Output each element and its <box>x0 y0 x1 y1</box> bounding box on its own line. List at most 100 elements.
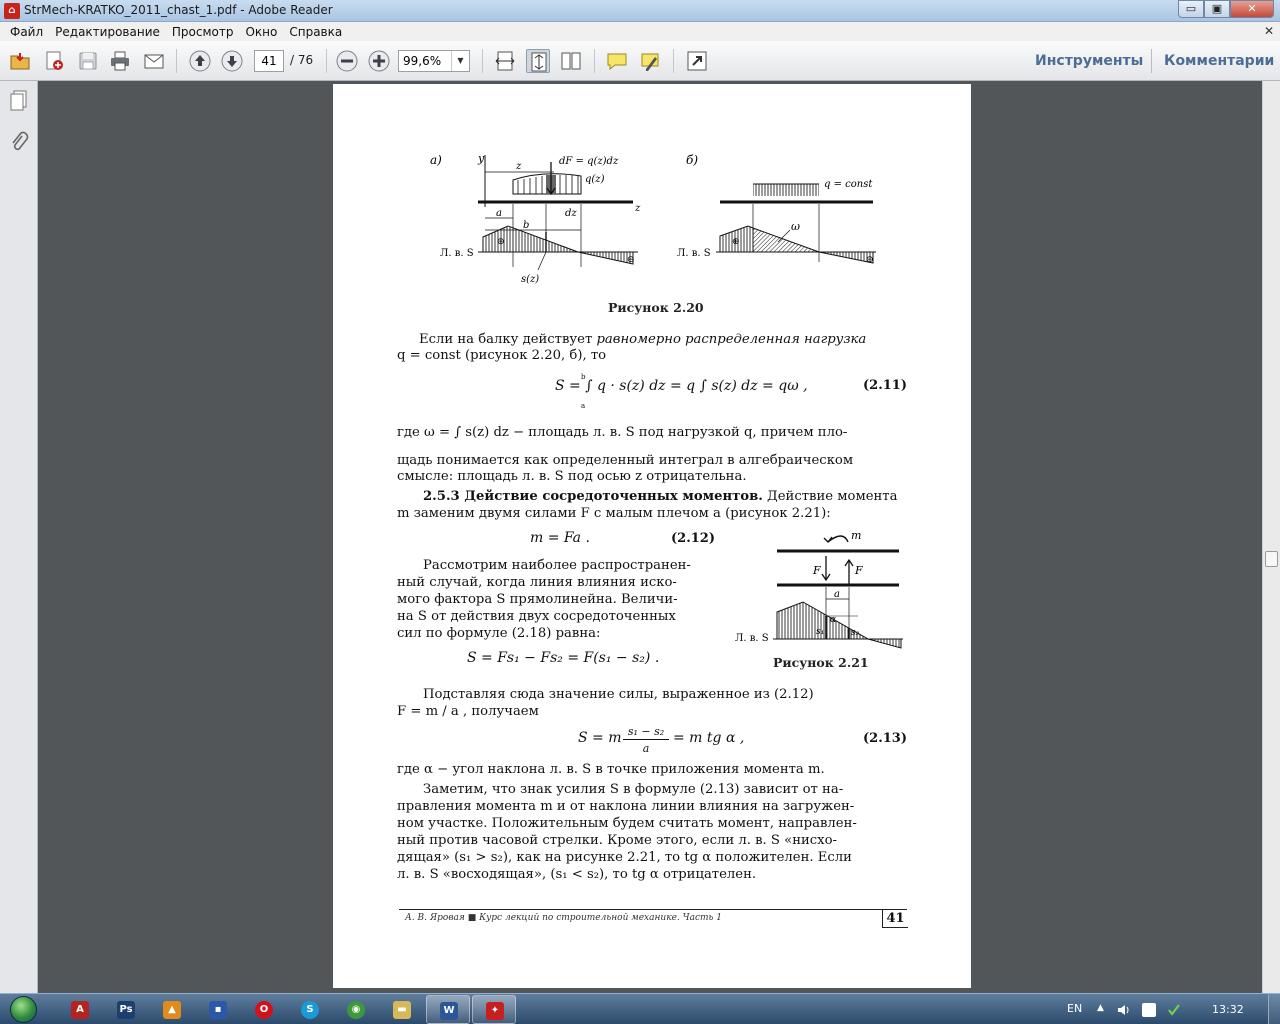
show-hidden-icons-icon[interactable]: ▲ <box>1097 1003 1111 1017</box>
comments-pane-link[interactable]: Комментарии <box>1164 53 1274 69</box>
zoom-select[interactable]: 99,6% ▼ <box>398 50 470 72</box>
tools-pane-link[interactable]: Инструменты <box>1035 53 1143 69</box>
menu-bar: Файл Редактирование Просмотр Окно Справк… <box>0 22 1280 41</box>
fit-page-icon[interactable] <box>526 49 550 73</box>
force-f-right-label: F <box>854 564 863 577</box>
taskbar-app-word[interactable]: W <box>426 995 470 1024</box>
taskbar-app-photoshop[interactable]: Ps <box>104 995 148 1024</box>
security-check-icon[interactable] <box>1167 1003 1181 1017</box>
integral-limit-bottom: a <box>581 402 586 410</box>
dim-b-label: b <box>523 220 529 231</box>
s1-label: s₁ <box>816 627 824 637</box>
toolbar-separator <box>482 49 483 73</box>
folder-icon: ▬ <box>393 1001 411 1019</box>
toolbar-separator <box>594 49 595 73</box>
pdf-page: а) y z dF = q(z)dz q(z) z a b dz ⊕ ⊖ Л. … <box>333 84 971 988</box>
fit-width-icon[interactable] <box>493 49 517 73</box>
adobe-reader-icon: ✦ <box>486 1002 504 1020</box>
paragraph-line: ный против часовой стрелки. Кроме этого,… <box>397 833 838 848</box>
taskbar-app-skype[interactable]: S <box>288 995 332 1024</box>
windows-logo-icon <box>10 996 37 1023</box>
menu-file[interactable]: Файл <box>4 25 49 39</box>
taskbar: A Ps ▲ ▪ O S ◉ ▬ W ✦ EN ▲ 13:32 <box>0 993 1280 1024</box>
lv-label-right: Л. в. S <box>677 248 711 259</box>
open-file-icon[interactable] <box>8 49 32 73</box>
taskbar-app-avast[interactable]: ▲ <box>150 995 194 1024</box>
highlight-icon[interactable] <box>638 49 662 73</box>
figure-2-20: а) y z dF = q(z)dz q(z) z a b dz ⊕ ⊖ Л. … <box>430 152 876 285</box>
create-pdf-icon[interactable] <box>42 49 66 73</box>
comment-icon[interactable] <box>605 49 629 73</box>
adobe-reader-icon: ⌂ <box>4 3 20 19</box>
fig-label-a: а) <box>430 153 442 167</box>
paragraph-line: q = const (рисунок 2.20, б), то <box>397 348 607 363</box>
taskbar-app-adobe-reader[interactable]: ✦ <box>472 995 516 1024</box>
language-indicator[interactable]: EN <box>1067 1002 1082 1015</box>
menu-help[interactable]: Справка <box>283 25 348 39</box>
force-f-left-label: F <box>812 564 821 577</box>
start-button[interactable] <box>4 994 44 1024</box>
zoom-out-icon[interactable] <box>335 49 359 73</box>
toolbar: 41 / 76 99,6% ▼ Инструменты Комментарии <box>0 41 1280 81</box>
menu-window[interactable]: Окно <box>239 25 283 39</box>
zoom-value: 99,6% <box>403 54 442 68</box>
paragraph-line: щадь понимается как определенный интегра… <box>397 453 854 468</box>
network-icon[interactable] <box>1142 1003 1156 1017</box>
taskbar-app-floppy[interactable]: ▪ <box>196 995 240 1024</box>
two-page-view-icon[interactable] <box>559 49 583 73</box>
close-button[interactable]: ✕ <box>1230 0 1274 18</box>
omega-label: ω <box>791 220 800 233</box>
taskbar-app-acrobat[interactable]: A <box>58 995 102 1024</box>
zoom-in-icon[interactable] <box>367 49 391 73</box>
equation-2-11: S = ∫ q · s(z) dz = q ∫ s(z) dz = qω , <box>555 378 808 394</box>
photoshop-icon: Ps <box>117 1001 135 1019</box>
previous-page-icon[interactable] <box>188 49 212 73</box>
scrollbar-thumb[interactable] <box>1265 551 1278 567</box>
word-icon: W <box>440 1002 458 1020</box>
toolbar-separator <box>1151 49 1152 73</box>
taskbar-app-opera[interactable]: O <box>242 995 286 1024</box>
equation-2-12: m = Fa . <box>530 530 590 546</box>
arm-a-label: a <box>834 589 840 600</box>
paragraph-omega: где ω = ∫ s(z) dz − площадь л. в. S под … <box>397 425 848 440</box>
expand-icon[interactable] <box>685 49 709 73</box>
emphasis-text: равномерно распределенная нагрузка <box>596 332 867 347</box>
menu-view[interactable]: Просмотр <box>166 25 240 39</box>
paragraph-line: сил по формуле (2.18) равна: <box>397 626 601 641</box>
equation-s: S = Fs₁ − Fs₂ = F(s₁ − s₂) . <box>467 650 660 666</box>
section-2-5-3-heading: 2.5.3 Действие сосредоточенных моментов.… <box>423 488 897 505</box>
dim-a-label: a <box>496 208 502 219</box>
attachments-icon[interactable] <box>9 131 29 155</box>
s2-label: s₂ <box>851 628 860 638</box>
lv-label-left: Л. в. S <box>440 248 474 259</box>
volume-icon[interactable] <box>1117 1003 1131 1017</box>
alpha-angle-label: α <box>830 615 836 625</box>
show-desktop-button[interactable] <box>1268 994 1280 1024</box>
page-number-input[interactable]: 41 <box>254 50 284 72</box>
paragraph-line: на S от действия двух сосредоточенных <box>397 609 676 624</box>
page-total: / 76 <box>290 53 314 67</box>
vertical-scrollbar[interactable] <box>1262 81 1280 993</box>
navigation-pane <box>0 81 38 993</box>
fig-label-b: б) <box>686 153 698 167</box>
toolbar-separator <box>673 49 674 73</box>
taskbar-app-chrome[interactable]: ◉ <box>334 995 378 1024</box>
email-icon[interactable] <box>142 49 166 73</box>
menu-edit[interactable]: Редактирование <box>49 25 166 39</box>
avast-icon: ▲ <box>163 1001 181 1019</box>
page-thumbnails-icon[interactable] <box>9 89 29 113</box>
clock[interactable]: 13:32 <box>1212 1003 1244 1016</box>
minimize-button[interactable]: ▭ <box>1178 0 1204 18</box>
next-page-icon[interactable] <box>220 49 244 73</box>
window-title: StrMech-KRATKO_2011_chast_1.pdf - Adobe … <box>24 3 333 17</box>
print-icon[interactable] <box>108 49 132 73</box>
close-document-button[interactable]: ✕ <box>1264 24 1274 38</box>
toolbar-separator <box>176 49 177 73</box>
dim-dz-label: dz <box>565 208 577 219</box>
section-text: Действие момента <box>762 489 898 504</box>
maximize-button[interactable]: ▣ <box>1204 0 1230 18</box>
taskbar-app-explorer[interactable]: ▬ <box>380 995 424 1024</box>
save-icon[interactable] <box>76 49 100 73</box>
paragraph-alpha: где α − угол наклона л. в. S в точке при… <box>397 762 825 777</box>
chevron-down-icon[interactable]: ▼ <box>451 51 469 71</box>
